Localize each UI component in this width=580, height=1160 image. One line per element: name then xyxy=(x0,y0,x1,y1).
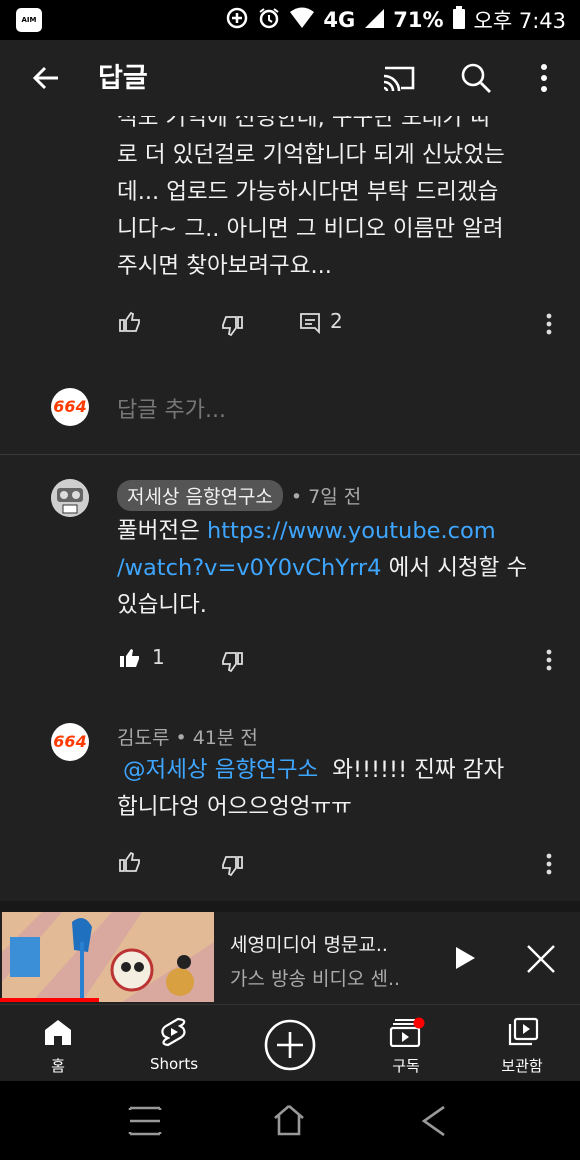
comment-time: • 41분 전 xyxy=(175,727,258,749)
replies-list[interactable]: 석도 기억에 선명한데, 구구단 노래가 따 로 더 있던걸로 기억합니다 되게… xyxy=(0,116,580,901)
more-vert-icon[interactable] xyxy=(534,62,554,98)
comment-actions: 1 xyxy=(116,642,566,678)
user-avatar: 664 xyxy=(51,388,89,426)
miniplayer-subtitle[interactable]: 가스 방송 비디오 센.. xyxy=(230,964,400,991)
search-icon[interactable] xyxy=(460,62,492,98)
comment-menu-icon[interactable] xyxy=(544,312,554,340)
like-icon[interactable] xyxy=(118,850,142,878)
nav-home[interactable]: 홈 xyxy=(0,1005,116,1082)
comment-text: 풀버전은 xyxy=(117,518,207,544)
battery-percent: 71% xyxy=(393,8,444,32)
mention-link[interactable]: @저세상 음향연구소 xyxy=(123,757,318,783)
comment-text: 와!!!!!! 진짜 감자 xyxy=(332,757,505,783)
bottom-nav: 홈 Shorts 구독 보관함 xyxy=(0,1004,580,1082)
app-badge-icon: AIM xyxy=(16,8,42,32)
comment-text-line: 데... 업로드 가능하시다면 부탁 드리겠습 xyxy=(117,179,499,205)
app-bar: 답글 xyxy=(0,40,580,116)
comment-time: • 7일 전 xyxy=(290,486,362,508)
library-icon xyxy=(507,1017,539,1051)
data-saver-icon xyxy=(225,6,249,35)
video-link[interactable]: https://www.youtube.com xyxy=(207,518,496,544)
nav-shorts[interactable]: Shorts xyxy=(116,1005,232,1082)
play-icon[interactable] xyxy=(454,946,476,974)
nav-shorts-label: Shorts xyxy=(149,1055,199,1073)
reply-count: 2 xyxy=(330,309,343,333)
cast-icon[interactable] xyxy=(381,62,417,98)
author-name-chip[interactable]: 저세상 음향연구소 xyxy=(117,480,283,511)
comment-text: 합니다엉 어으으엉엉ㅠㅠ xyxy=(117,794,352,820)
reply-input[interactable]: 답글 추가... xyxy=(117,392,226,424)
wifi-icon xyxy=(289,7,315,34)
network-type: 4G xyxy=(323,8,356,32)
comment-actions xyxy=(116,846,566,882)
comment-actions: 2 xyxy=(116,306,566,342)
back-arrow-icon[interactable] xyxy=(30,62,62,98)
like-icon[interactable] xyxy=(118,310,142,338)
home-icon xyxy=(44,1018,72,1050)
comment-text: 있습니다. xyxy=(117,592,207,618)
nav-subscriptions-label: 구독 xyxy=(392,1057,420,1075)
recent-apps-icon[interactable] xyxy=(128,1105,162,1141)
nav-library[interactable]: 보관함 xyxy=(464,1005,580,1082)
miniplayer-thumbnail[interactable] xyxy=(2,912,214,1002)
nav-subscriptions[interactable]: 구독 xyxy=(348,1005,464,1082)
dislike-icon[interactable] xyxy=(220,650,244,678)
nav-create[interactable] xyxy=(232,1005,348,1082)
signal-icon xyxy=(363,7,385,34)
author-avatar[interactable] xyxy=(51,479,89,517)
dislike-icon[interactable] xyxy=(220,854,244,882)
video-link[interactable]: /watch?v=v0Y0vChYrr4 xyxy=(117,555,381,581)
create-plus-icon xyxy=(263,1018,317,1076)
dislike-icon[interactable] xyxy=(220,314,244,342)
system-home-icon[interactable] xyxy=(272,1103,306,1141)
miniplayer-title[interactable]: 세영미디어 명문교.. xyxy=(230,930,388,957)
comment-text-line: 주시면 찾아보려구요... xyxy=(117,253,332,279)
alarm-icon xyxy=(257,6,281,35)
like-count: 1 xyxy=(152,645,165,669)
comment-body: @저세상 음향연구소 와!!!!!! 진짜 감자 합니다엉 어으으엉엉ㅠㅠ xyxy=(117,752,567,826)
reply-count-icon[interactable] xyxy=(299,312,321,340)
miniplayer[interactable]: 세영미디어 명문교.. 가스 방송 비디오 센.. xyxy=(0,912,580,1004)
system-nav-bar xyxy=(0,1081,580,1160)
nav-home-label: 홈 xyxy=(51,1057,65,1075)
shorts-icon xyxy=(160,1017,188,1051)
like-filled-icon[interactable] xyxy=(118,646,142,674)
comment-body: 석도 기억에 선명한데, 구구단 노래가 따 로 더 있던걸로 기억합니다 되게… xyxy=(117,116,567,285)
comment-body: 풀버전은 https://www.youtube.com /watch?v=v0… xyxy=(117,513,567,624)
page-title: 답글 xyxy=(98,63,148,94)
close-icon[interactable] xyxy=(526,944,556,978)
clock: 오후 7:43 xyxy=(473,9,566,33)
system-back-icon[interactable] xyxy=(420,1105,448,1141)
comment-text-line: 석도 기억에 선명한데, 구구단 노래가 따 xyxy=(117,116,492,131)
author-name[interactable]: 김도루 xyxy=(117,723,169,750)
status-bar: AIM 4G 71% 오후 7:43 xyxy=(0,0,580,40)
divider xyxy=(0,454,580,455)
comment-menu-icon[interactable] xyxy=(544,852,554,880)
subscriptions-icon xyxy=(389,1017,425,1051)
nav-library-label: 보관함 xyxy=(501,1057,543,1075)
comment-menu-icon[interactable] xyxy=(544,648,554,676)
comment-text-line: 로 더 있던걸로 기억합니다 되게 신났었는 xyxy=(117,142,505,168)
comment-text-line: 니다~ 그.. 아니면 그 비디오 이름만 알려 xyxy=(117,216,504,242)
miniplayer-progress xyxy=(0,998,99,1002)
author-avatar[interactable]: 664 xyxy=(51,723,89,761)
battery-icon xyxy=(452,5,466,35)
comment-text: 에서 시청할 수 xyxy=(381,555,528,581)
